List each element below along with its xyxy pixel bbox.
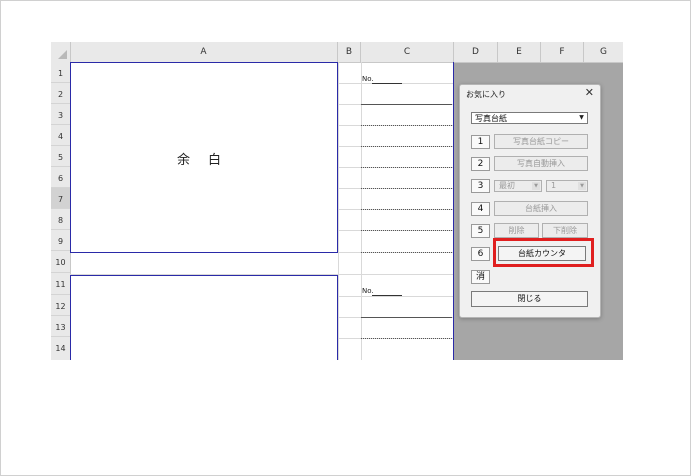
first-select[interactable]: 最初 ▼ xyxy=(494,180,542,192)
highlight-box xyxy=(493,238,594,267)
step-5-button[interactable]: 5 xyxy=(471,224,490,238)
row-header-7[interactable]: 7 xyxy=(51,188,70,209)
row-header-9[interactable]: 9 xyxy=(51,230,70,251)
dotted-line xyxy=(361,125,452,126)
delete-button[interactable]: 削除 xyxy=(494,223,539,238)
row-header-5[interactable]: 5 xyxy=(51,146,70,167)
gridline xyxy=(361,62,362,360)
dialog-title: お気に入り xyxy=(466,90,506,99)
column-header-a[interactable]: A xyxy=(70,42,338,62)
column-header-e[interactable]: E xyxy=(498,42,541,62)
close-icon[interactable]: ✕ xyxy=(585,86,594,99)
copy-template-button[interactable]: 写真台紙コピー xyxy=(494,134,588,149)
dropdown-value: 写真台紙 xyxy=(475,114,507,123)
step-3-button[interactable]: 3 xyxy=(471,179,490,193)
gridline xyxy=(338,296,453,297)
column-header-d[interactable]: D xyxy=(454,42,498,62)
close-dialog-button[interactable]: 閉じる xyxy=(471,291,588,307)
insert-template-button[interactable]: 台紙挿入 xyxy=(494,201,588,216)
dotted-line xyxy=(361,252,452,253)
solid-line xyxy=(361,317,452,318)
row-header-8[interactable]: 8 xyxy=(51,209,70,230)
favorites-dialog: お気に入り ✕ 写真台紙 ▼ 1 写真台紙コピー 2 写真自動挿入 3 最初 ▼… xyxy=(459,84,601,318)
row-header-6[interactable]: 6 xyxy=(51,167,70,188)
row-header-11[interactable]: 11 xyxy=(51,273,70,295)
delete-below-button[interactable]: 下削除 xyxy=(542,223,588,238)
dotted-line xyxy=(361,146,452,147)
row-header-1[interactable]: 1 xyxy=(51,62,70,83)
column-header-b[interactable]: B xyxy=(338,42,361,62)
dropdown-arrow-icon[interactable]: ▼ xyxy=(577,114,586,122)
dotted-line xyxy=(361,188,452,189)
row-header-4[interactable]: 4 xyxy=(51,125,70,146)
first-select-value: 最初 xyxy=(499,181,515,190)
row-header-13[interactable]: 13 xyxy=(51,316,70,337)
dotted-line xyxy=(361,338,452,339)
dotted-line xyxy=(361,209,452,210)
step-4-button[interactable]: 4 xyxy=(471,202,490,216)
select-all-corner[interactable] xyxy=(51,42,71,62)
dotted-line xyxy=(361,167,452,168)
clear-button[interactable]: 消 xyxy=(471,270,490,284)
row-header-14[interactable]: 14 xyxy=(51,337,70,360)
chevron-down-icon[interactable]: ▼ xyxy=(532,182,540,190)
step-2-button[interactable]: 2 xyxy=(471,157,490,171)
margin-label: 余白 xyxy=(177,153,240,168)
chevron-down-icon[interactable]: ▼ xyxy=(578,182,586,190)
row-header-10[interactable]: 10 xyxy=(51,251,70,273)
count-select[interactable]: 1 ▼ xyxy=(546,180,588,192)
merged-cell-a11[interactable] xyxy=(70,275,338,360)
row-header-2[interactable]: 2 xyxy=(51,83,70,104)
column-header-c[interactable]: C xyxy=(361,42,454,62)
count-select-value: 1 xyxy=(551,181,557,190)
gridline xyxy=(338,62,339,360)
column-headers: A B C D E F G xyxy=(51,42,623,63)
step-6-button[interactable]: 6 xyxy=(471,247,490,261)
row-header-12[interactable]: 12 xyxy=(51,295,70,316)
template-dropdown[interactable]: 写真台紙 ▼ xyxy=(471,112,588,124)
solid-line xyxy=(361,104,452,105)
dotted-line xyxy=(361,230,452,231)
number-label-1: No. xyxy=(362,75,374,83)
row-header-3[interactable]: 3 xyxy=(51,104,70,125)
merged-cell-margin[interactable]: 余白 xyxy=(70,62,338,253)
column-c-border xyxy=(453,62,454,360)
step-1-button[interactable]: 1 xyxy=(471,135,490,149)
column-header-g[interactable]: G xyxy=(584,42,623,62)
number-label-2: No. xyxy=(362,287,374,295)
corner-triangle-icon xyxy=(58,50,67,59)
column-header-f[interactable]: F xyxy=(541,42,584,62)
number-underline xyxy=(372,83,402,84)
row-headers: 1 2 3 4 5 6 7 8 9 10 11 12 13 14 xyxy=(51,62,71,360)
number-underline xyxy=(372,295,402,296)
auto-insert-photo-button[interactable]: 写真自動挿入 xyxy=(494,156,588,171)
